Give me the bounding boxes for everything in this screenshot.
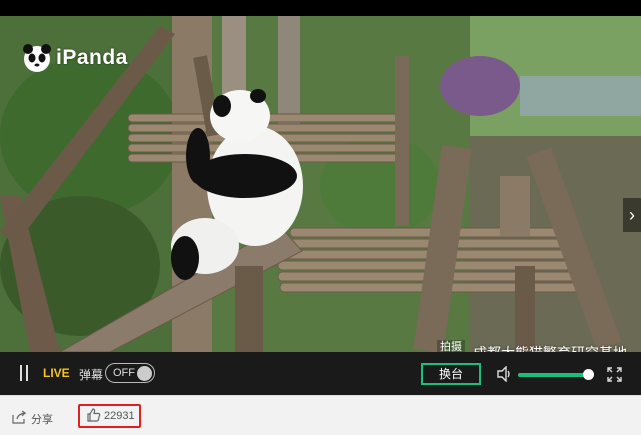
location-tag-text: 拍摄地点 [440, 341, 462, 352]
top-bar [0, 0, 641, 16]
volume-icon[interactable] [496, 365, 512, 383]
location-tag: 拍摄地点 成都大熊猫繁育研究基地 [437, 340, 627, 352]
danmu-label: 弹幕 [79, 368, 104, 382]
live-video[interactable]: iPanda 拍摄地点 成都大熊猫繁育研究基地 › [0, 16, 641, 352]
share-icon [12, 410, 27, 427]
action-bar: 分享 22931 [0, 395, 641, 435]
ipanda-logo: iPanda [22, 43, 128, 73]
chevron-right-icon[interactable]: › [623, 198, 641, 232]
toggle-knob [137, 366, 152, 381]
like-button[interactable]: 22931 [78, 404, 141, 428]
video-player[interactable]: iPanda 拍摄地点 成都大熊猫繁育研究基地 › LIVE 弹幕 OFF 换台 [0, 0, 641, 395]
pause-icon[interactable] [18, 365, 30, 381]
brand-name: iPanda [56, 46, 128, 69]
panda-logo-icon [22, 43, 52, 73]
thumbs-up-icon [87, 407, 101, 425]
fullscreen-icon[interactable] [607, 367, 622, 382]
switch-channel-button[interactable]: 换台 [421, 363, 481, 385]
share-label: 分享 [31, 413, 53, 426]
like-count: 22931 [104, 410, 135, 422]
share-button[interactable]: 分享 [12, 410, 53, 427]
live-label: LIVE [43, 366, 70, 380]
player-controls: LIVE 弹幕 OFF 换台 [0, 352, 641, 395]
danmu-toggle[interactable]: OFF [105, 363, 155, 383]
danmu-toggle-text: OFF [113, 367, 135, 379]
volume-knob[interactable] [583, 369, 595, 380]
location-tag-label: 拍摄地点 [437, 340, 465, 352]
location-name: 成都大熊猫繁育研究基地 [473, 343, 627, 352]
